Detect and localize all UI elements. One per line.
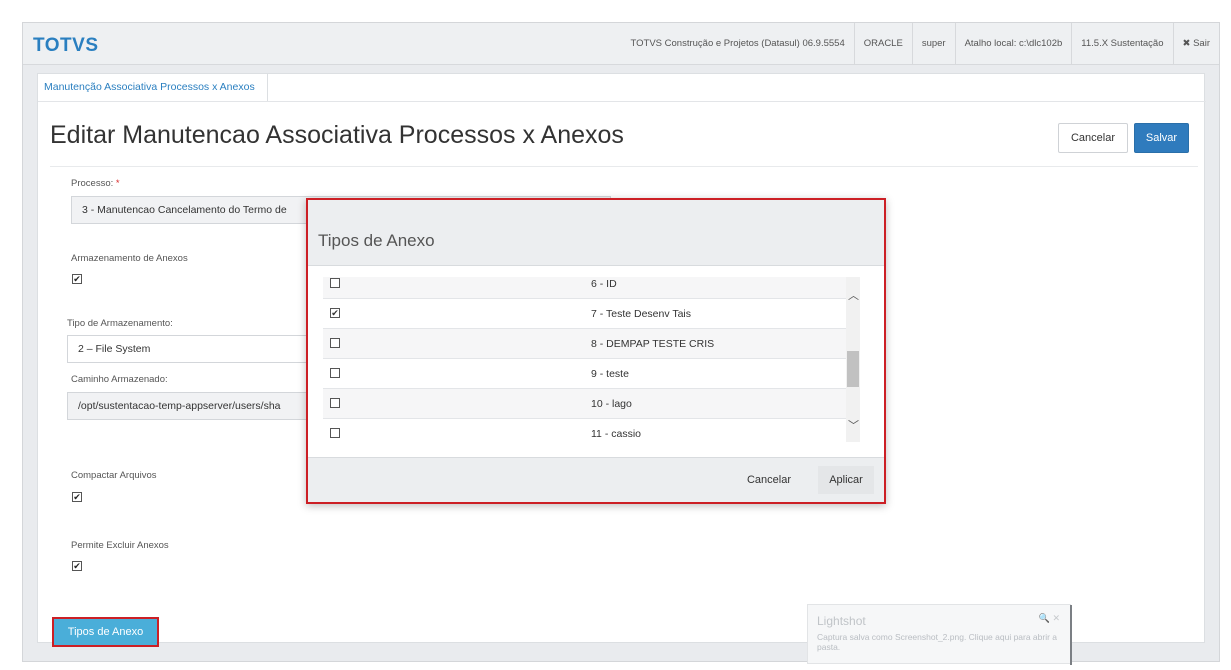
list-scrollbar[interactable]: ︿ ﹀ bbox=[846, 277, 860, 442]
lightshot-edge bbox=[1070, 605, 1072, 665]
tipo-armazenamento-select[interactable]: 2 – File System bbox=[67, 335, 317, 363]
list-item[interactable]: 11 - cassio bbox=[323, 419, 847, 445]
breadcrumb: Manutenção Associativa Processos x Anexo… bbox=[38, 74, 1206, 102]
close-icon[interactable]: 🔍 ✕ bbox=[1039, 613, 1060, 624]
row-label: 10 - lago bbox=[591, 398, 632, 410]
row-checkbox[interactable] bbox=[330, 398, 340, 408]
local-shortcut: Atalho local: c:\dlc102b bbox=[954, 23, 1072, 65]
modal-footer: Cancelar Aplicar bbox=[308, 457, 884, 502]
row-label: 9 - teste bbox=[591, 368, 629, 380]
list-item[interactable]: 8 - DEMPAP TESTE CRIS bbox=[323, 329, 847, 359]
row-checkbox[interactable] bbox=[330, 278, 340, 288]
tipos-de-anexo-modal: Tipos de Anexo 6 - ID ✔ 7 - Teste Desenv… bbox=[306, 198, 886, 504]
exit-button[interactable]: ✖ Sair bbox=[1172, 23, 1220, 65]
processo-label: Processo: * bbox=[71, 178, 120, 189]
armazenamento-checkbox[interactable]: ✔ bbox=[72, 274, 82, 284]
top-bar: TOTVS TOTVS Construção e Projetos (Datas… bbox=[23, 23, 1219, 65]
row-label: 6 - ID bbox=[591, 278, 617, 290]
anexo-type-list: 6 - ID ✔ 7 - Teste Desenv Tais 8 - DEMPA… bbox=[323, 277, 847, 445]
permite-excluir-label: Permite Excluir Anexos bbox=[71, 540, 169, 551]
top-info: TOTVS Construção e Projetos (Datasul) 06… bbox=[622, 23, 1219, 65]
row-label: 7 - Teste Desenv Tais bbox=[591, 308, 691, 320]
row-checkbox[interactable]: ✔ bbox=[330, 308, 340, 318]
list-item[interactable]: ✔ 7 - Teste Desenv Tais bbox=[323, 299, 847, 329]
modal-cancel-button[interactable]: Cancelar bbox=[740, 466, 798, 494]
row-label: 11 - cassio bbox=[591, 428, 641, 440]
lightshot-message: Captura salva como Screenshot_2.png. Cli… bbox=[817, 632, 1058, 652]
tipo-armazenamento-label: Tipo de Armazenamento: bbox=[67, 318, 173, 329]
divider bbox=[50, 166, 1198, 167]
row-checkbox[interactable] bbox=[330, 428, 340, 438]
cancel-button[interactable]: Cancelar bbox=[1058, 123, 1128, 153]
product-version: TOTVS Construção e Projetos (Datasul) 06… bbox=[630, 38, 845, 49]
required-marker: * bbox=[115, 178, 120, 189]
database-type: ORACLE bbox=[853, 23, 912, 65]
scrollbar-thumb[interactable] bbox=[847, 351, 859, 387]
permite-excluir-checkbox[interactable]: ✔ bbox=[72, 561, 82, 571]
caminho-field[interactable]: /opt/sustentacao-temp-appserver/users/sh… bbox=[67, 392, 317, 420]
compactar-label: Compactar Arquivos bbox=[71, 470, 157, 481]
chevron-up-icon[interactable]: ︿ bbox=[848, 287, 859, 303]
lightshot-title: Lightshot bbox=[817, 614, 866, 628]
breadcrumb-item[interactable]: Manutenção Associativa Processos x Anexo… bbox=[44, 74, 268, 101]
caminho-label: Caminho Armazenado: bbox=[71, 374, 168, 385]
save-button[interactable]: Salvar bbox=[1134, 123, 1189, 153]
modal-apply-button[interactable]: Aplicar bbox=[818, 466, 874, 494]
list-item[interactable]: 9 - teste bbox=[323, 359, 847, 389]
totvs-logo[interactable]: TOTVS bbox=[33, 35, 99, 57]
environment-label: 11.5.X Sustentação bbox=[1071, 23, 1172, 65]
user-name[interactable]: super bbox=[911, 23, 955, 65]
row-checkbox[interactable] bbox=[330, 338, 340, 348]
row-checkbox[interactable] bbox=[330, 368, 340, 378]
chevron-down-icon[interactable]: ﹀ bbox=[848, 417, 859, 433]
page-title: Editar Manutencao Associativa Processos … bbox=[50, 121, 624, 149]
modal-title: Tipos de Anexo bbox=[318, 231, 435, 250]
lightshot-notification[interactable]: Lightshot Captura salva como Screenshot_… bbox=[807, 604, 1072, 665]
list-item[interactable]: 10 - lago bbox=[323, 389, 847, 419]
armazenamento-label: Armazenamento de Anexos bbox=[71, 253, 188, 264]
list-item[interactable]: 6 - ID bbox=[323, 277, 847, 299]
modal-header: Tipos de Anexo bbox=[308, 200, 884, 266]
row-label: 8 - DEMPAP TESTE CRIS bbox=[591, 338, 715, 350]
tipos-de-anexo-button[interactable]: Tipos de Anexo bbox=[52, 617, 159, 647]
compactar-checkbox[interactable]: ✔ bbox=[72, 492, 82, 502]
